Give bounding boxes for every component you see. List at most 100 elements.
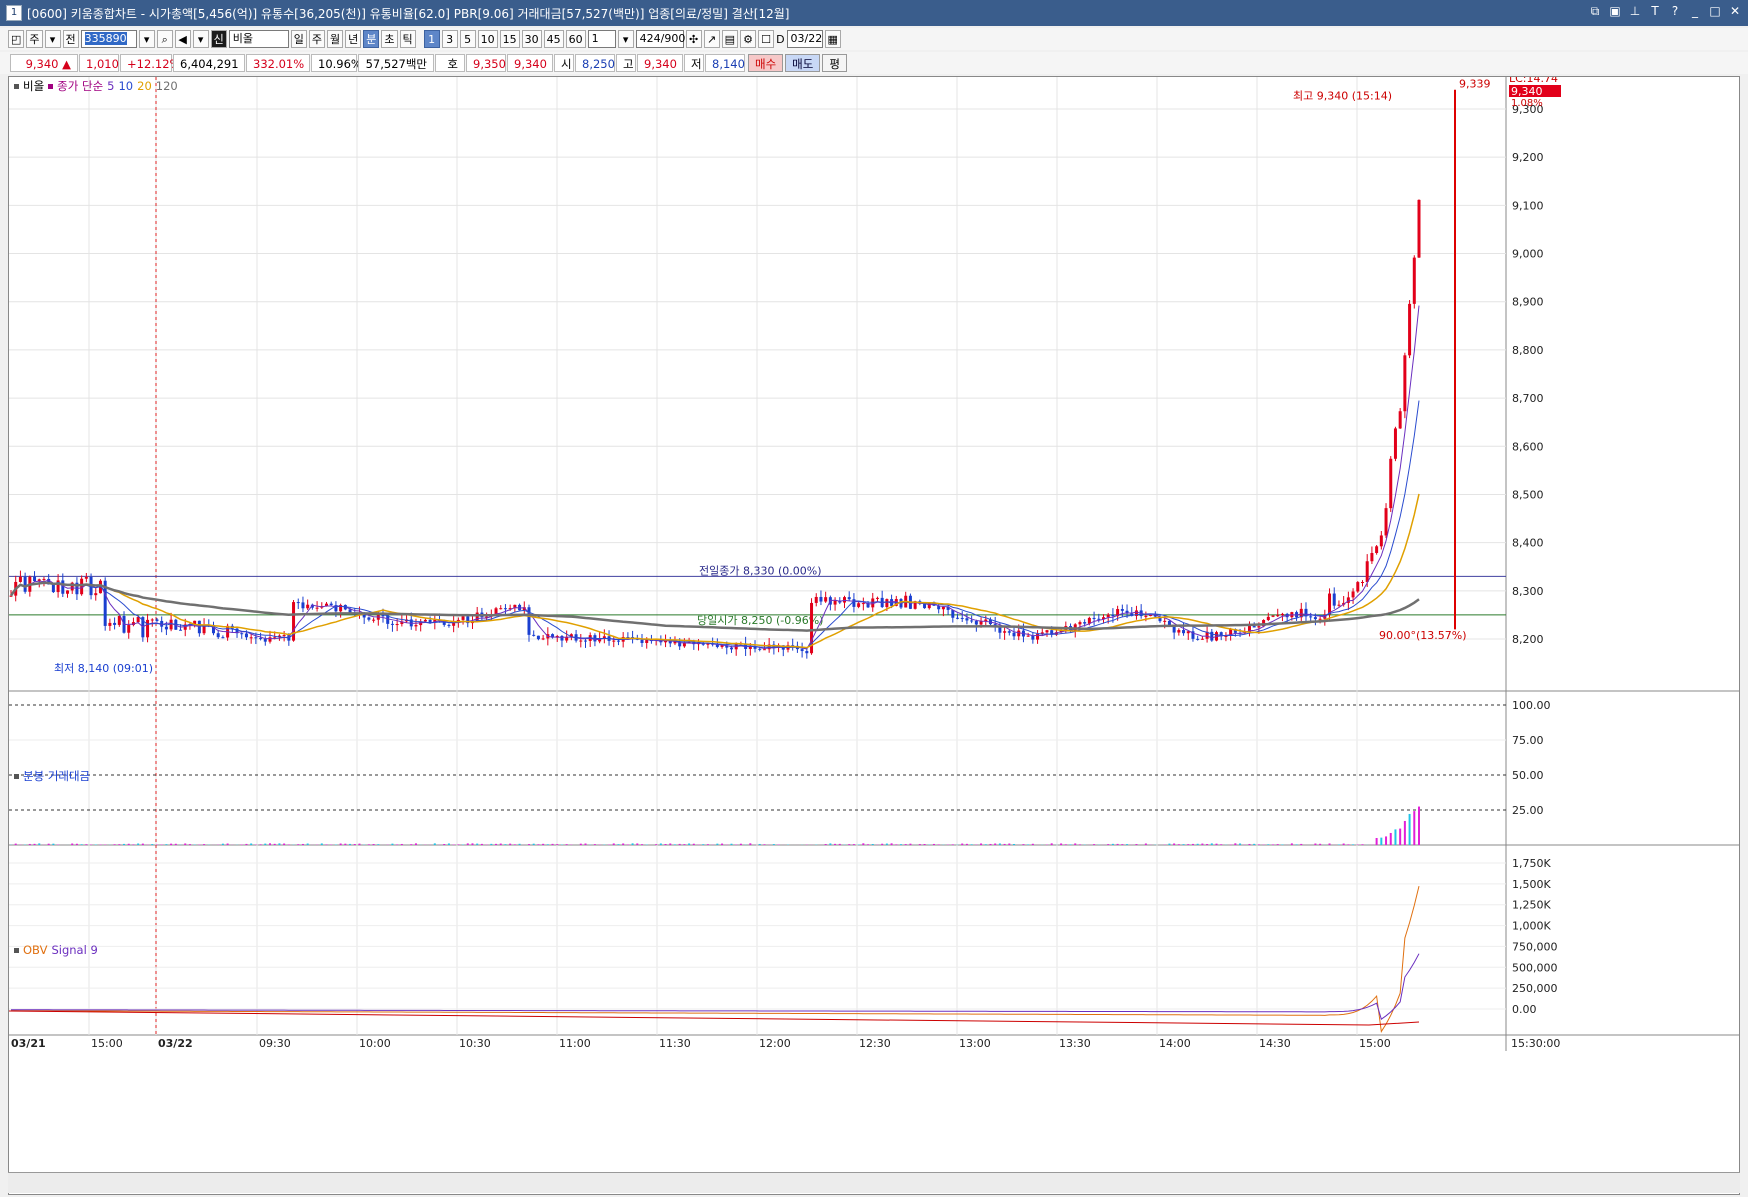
multiplier-field[interactable]: 1 xyxy=(588,30,616,48)
volume-bar xyxy=(490,844,492,845)
candle-body xyxy=(414,625,417,626)
volume-bar xyxy=(1145,844,1147,845)
chart-settings-icon[interactable]: ◰ xyxy=(8,30,24,48)
interval-15[interactable]: 15 xyxy=(500,30,520,48)
sell-button[interactable]: 매도 xyxy=(785,54,820,72)
candle-body xyxy=(306,605,309,609)
candle-body xyxy=(382,615,385,616)
candle-body xyxy=(1027,636,1030,637)
period-week[interactable]: 주 xyxy=(309,30,325,48)
volume-bar xyxy=(1192,844,1194,845)
volume-bar xyxy=(269,843,271,845)
interval-60[interactable]: 60 xyxy=(566,30,586,48)
volume-bar xyxy=(1394,829,1396,845)
speaker-icon[interactable]: ◀ xyxy=(175,30,191,48)
interval-3[interactable]: 3 xyxy=(442,30,458,48)
candle-body xyxy=(137,617,140,622)
font-icon[interactable]: T xyxy=(1648,4,1662,19)
flat-button[interactable]: 평 xyxy=(822,54,847,72)
volume-legend-label: 분봉 거래대금 xyxy=(23,768,90,784)
count-field[interactable]: 424/900 xyxy=(636,30,684,48)
volume-bar xyxy=(227,844,229,845)
volume-bar xyxy=(580,844,582,845)
volume-bar xyxy=(660,843,662,845)
time-tick-label: 12:30 xyxy=(859,1037,891,1050)
volume-bar xyxy=(443,844,445,845)
link-icon[interactable]: ⧉ xyxy=(1588,4,1602,19)
obv-tick-label: 1,250K xyxy=(1512,899,1551,912)
stock-name-field[interactable]: 비올 xyxy=(229,30,289,48)
scope-select[interactable]: 전 xyxy=(63,30,79,48)
buy-button[interactable]: 매수 xyxy=(748,54,783,72)
chevron-down-icon[interactable]: ▾ xyxy=(618,30,634,48)
period-month[interactable]: 월 xyxy=(327,30,343,48)
candle-body xyxy=(1177,630,1180,632)
volume-bar xyxy=(377,844,379,845)
candle-body xyxy=(617,641,620,642)
search-mode-button[interactable]: 신 xyxy=(211,30,227,48)
save-icon[interactable]: ▤ xyxy=(722,30,738,48)
tool-icon[interactable]: ✣ xyxy=(686,30,702,48)
volume-bar xyxy=(519,844,521,845)
type-select[interactable]: 주 xyxy=(26,30,42,48)
interval-5[interactable]: 5 xyxy=(460,30,476,48)
candle-body xyxy=(1111,615,1114,616)
time-tick-label: 15:30:00 xyxy=(1511,1037,1560,1050)
minimize-icon[interactable]: _ xyxy=(1688,4,1702,19)
period-year[interactable]: 년 xyxy=(345,30,361,48)
volume-bar xyxy=(688,843,690,845)
time-tick-label: 13:00 xyxy=(959,1037,991,1050)
candle-body xyxy=(970,620,973,621)
interval-30[interactable]: 30 xyxy=(522,30,542,48)
volume-bar xyxy=(1338,844,1340,845)
interval-10[interactable]: 10 xyxy=(478,30,498,48)
quote-bar: 9,340 ▲ 1,010 +12.12% 6,404,291 332.01% … xyxy=(0,52,1748,74)
period-minute[interactable]: 분 xyxy=(363,30,379,48)
close-icon[interactable]: ✕ xyxy=(1728,4,1742,19)
maximize-icon[interactable]: □ xyxy=(1708,4,1722,19)
window-title: [0600] 키움종합차트 - 시가총액[5,456(억)] 유통수[36,20… xyxy=(27,5,789,22)
pin-icon[interactable]: ⊥ xyxy=(1628,4,1642,19)
chevron-down-icon[interactable]: ▾ xyxy=(139,30,155,48)
volume-bar xyxy=(170,844,172,845)
chart-svg[interactable]: 9,3009,2009,1009,0008,9008,8008,7008,600… xyxy=(9,77,1739,1194)
volume-bar xyxy=(368,844,370,845)
candle-body xyxy=(217,633,220,637)
volume-bar xyxy=(1060,843,1062,845)
gear-icon[interactable]: ⚙ xyxy=(740,30,756,48)
chevron-down-icon[interactable]: ▾ xyxy=(193,30,209,48)
period-day[interactable]: 일 xyxy=(291,30,307,48)
trend-icon[interactable]: ↗ xyxy=(704,30,720,48)
chart-area[interactable]: 9,3009,2009,1009,0008,9008,8008,7008,600… xyxy=(8,76,1740,1195)
calendar-icon[interactable]: ▦ xyxy=(825,30,841,48)
stock-code-input[interactable]: 335890 xyxy=(81,30,137,48)
copy-icon[interactable]: ▣ xyxy=(1608,4,1622,19)
interval-45[interactable]: 45 xyxy=(544,30,564,48)
volume-bar xyxy=(702,844,704,845)
volume-bar xyxy=(1291,843,1293,845)
volume-bar xyxy=(867,844,869,845)
period-tick[interactable]: 틱 xyxy=(400,30,416,48)
volume-bar xyxy=(749,843,751,845)
interval-1[interactable]: 1 xyxy=(424,30,440,48)
volume-bar xyxy=(999,843,1001,845)
help-icon[interactable]: ? xyxy=(1668,4,1682,19)
volume-bar xyxy=(1352,844,1354,845)
candle-body xyxy=(499,608,502,609)
candle-body xyxy=(1394,428,1397,458)
candle-body xyxy=(151,619,154,620)
period-second[interactable]: 초 xyxy=(381,30,397,48)
date-field[interactable]: 03/22 xyxy=(787,30,823,48)
window-number: 1 xyxy=(6,5,22,21)
volume-bar xyxy=(613,843,615,845)
volume-bar xyxy=(1281,844,1283,845)
d-checkbox[interactable]: ☐ xyxy=(758,30,774,48)
candle-body xyxy=(264,639,267,642)
volume-bar xyxy=(1206,844,1208,845)
search-icon[interactable]: ⌕ xyxy=(157,30,173,48)
candle-body xyxy=(1267,617,1270,620)
chevron-down-icon[interactable]: ▾ xyxy=(45,30,61,48)
scroll-bar[interactable] xyxy=(8,1172,1740,1193)
candle-body xyxy=(801,649,804,651)
time-tick-label: 09:30 xyxy=(259,1037,291,1050)
